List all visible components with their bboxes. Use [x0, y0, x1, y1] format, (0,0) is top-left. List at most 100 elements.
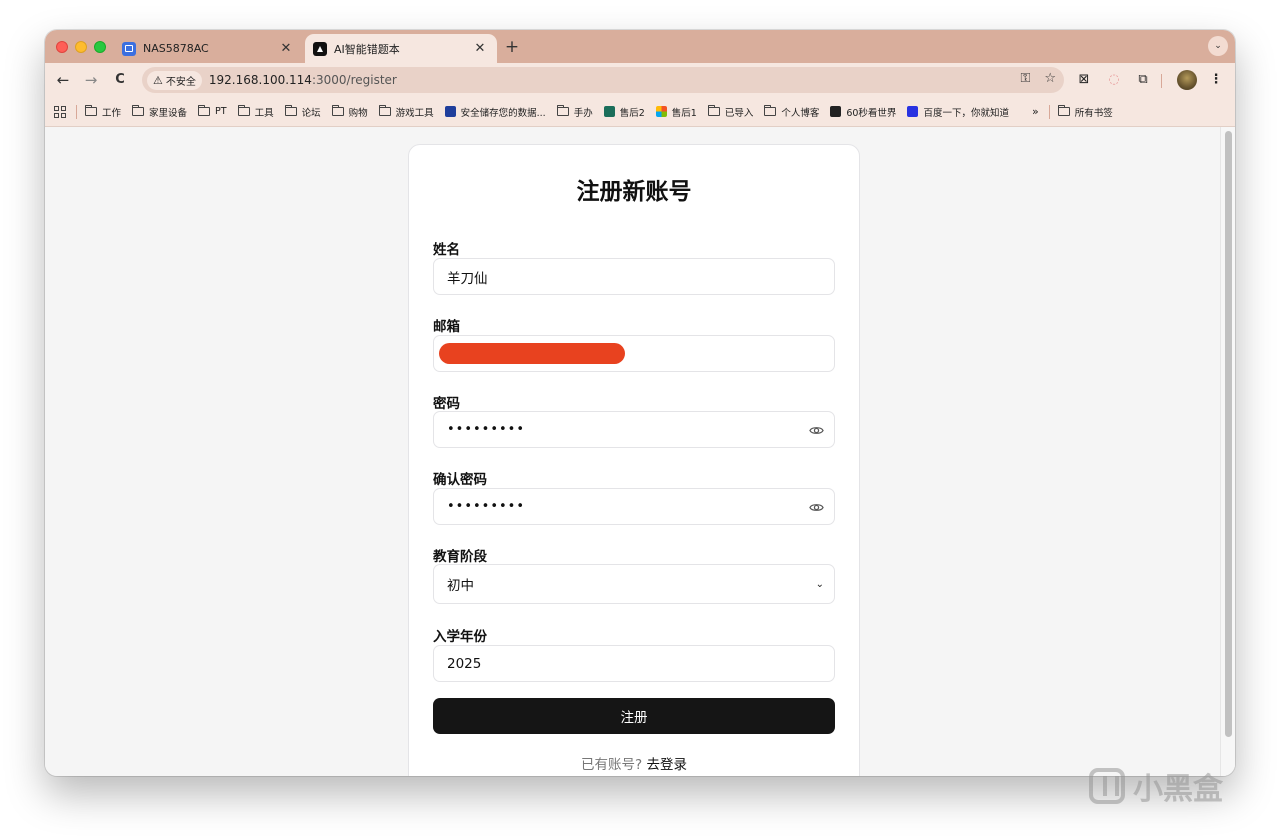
url-path: :3000/register [311, 73, 397, 87]
bookmark-folder-pt[interactable]: PT [198, 105, 227, 117]
folder-icon [556, 105, 569, 116]
back-button[interactable]: ← [52, 69, 74, 91]
omnibox-actions: ⚿ ☆ [1020, 71, 1056, 86]
forward-button[interactable]: → [80, 69, 102, 91]
password-field[interactable]: ••••••••• [433, 411, 835, 448]
bookmark-label: 工作 [102, 107, 122, 119]
bookmark-60s-world[interactable]: 60秒看世界 [830, 105, 896, 119]
eye-icon[interactable] [809, 500, 824, 515]
bookmark-safe-storage[interactable]: 安全储存您的数据... [444, 105, 546, 119]
password-key-icon[interactable]: ⚿ [1020, 71, 1030, 86]
tab-ai-app[interactable]: AI智能错题本 ✕ [305, 34, 497, 63]
close-tab-icon[interactable]: ✕ [278, 41, 294, 57]
scrollbar[interactable] [1220, 127, 1235, 776]
bookmark-label: 论坛 [301, 107, 321, 119]
extension-icon[interactable]: ⊠ [1074, 70, 1094, 90]
register-button[interactable]: 注册 [433, 698, 835, 734]
reload-button[interactable]: C [109, 69, 131, 91]
bookmark-folder-work[interactable]: 工作 [85, 105, 121, 119]
bookmark-label: 所有书签 [1074, 107, 1113, 119]
profile-avatar[interactable] [1177, 70, 1197, 90]
bookmark-folder-blog[interactable]: 个人博客 [764, 105, 819, 119]
security-label: 不安全 [165, 76, 196, 88]
tab-strip: NAS5878AC ✕ AI智能错题本 ✕ + ⌄ [45, 30, 1235, 63]
folder-icon [1057, 105, 1070, 116]
zoom-window-button[interactable] [94, 41, 106, 53]
bookmark-folder-imported[interactable]: 已导入 [707, 105, 754, 119]
bookmark-folder-forum[interactable]: 论坛 [284, 105, 321, 119]
bookmark-label: 已导入 [724, 107, 754, 119]
name-field[interactable]: 羊刀仙 [433, 258, 835, 295]
60s-icon [830, 106, 842, 117]
bookmark-folder-game-tools[interactable]: 游戏工具 [378, 105, 434, 119]
password-label: 密码 [433, 396, 460, 412]
folder-icon [237, 105, 250, 116]
bookmark-aftersales-1[interactable]: 售后1 [655, 105, 697, 119]
extension-pig-icon[interactable]: ◌ [1104, 70, 1124, 90]
bookmark-label: 百度一下，你就知道 [923, 107, 1009, 119]
close-tab-icon[interactable]: ✕ [472, 41, 488, 57]
address-bar[interactable]: ⚠ 不安全 192.168.100.114:3000/register ⚿ ☆ [142, 67, 1064, 93]
bookmark-label: 售后1 [671, 107, 697, 119]
extensions-puzzle-icon[interactable]: ⧉ [1133, 70, 1153, 90]
login-link[interactable]: 去登录 [646, 757, 687, 773]
security-chip[interactable]: ⚠ 不安全 [147, 70, 202, 90]
bookmark-label: 购物 [348, 107, 368, 119]
minimize-window-button[interactable] [75, 41, 87, 53]
folder-icon [764, 105, 777, 116]
email-field[interactable] [433, 335, 835, 372]
bookmark-folder-figures[interactable]: 手办 [556, 105, 593, 119]
bookmarks-divider [1048, 104, 1050, 119]
bookmark-label: 个人博客 [781, 107, 820, 119]
s-icon [603, 106, 615, 117]
bookmark-baidu[interactable]: 百度一下，你就知道 [907, 105, 1009, 119]
folder-icon [198, 105, 211, 116]
register-card: 注册新账号 姓名 羊刀仙 邮箱 密码 ••••••••• 确认密码 ••••••… [408, 144, 860, 776]
bookmark-folder-home-devices[interactable]: 家里设备 [132, 105, 187, 119]
bookmark-folder-tools[interactable]: 工具 [237, 105, 274, 119]
bookmark-folder-shopping[interactable]: 购物 [331, 105, 368, 119]
watermark: 小黑盒 [1089, 764, 1223, 808]
confirm-password-field[interactable]: ••••••••• [433, 488, 835, 525]
eye-icon[interactable] [809, 423, 824, 438]
bookmark-label: PT [215, 106, 227, 117]
toolbar-divider [1161, 74, 1162, 88]
warning-icon: ⚠ [153, 73, 163, 87]
folder-icon [707, 105, 720, 116]
enrollment-year-label: 入学年份 [433, 629, 487, 645]
bookmarks-bar: 工作 家里设备 PT 工具 论坛 购物 游戏工具 安全储存您的数据... 手办 … [45, 97, 1235, 127]
scrollbar-thumb[interactable] [1225, 131, 1232, 737]
bookmark-folder-all[interactable]: 所有书签 [1057, 105, 1113, 119]
bookmark-label: 手办 [573, 107, 593, 119]
url-text[interactable]: 192.168.100.114:3000/register [209, 73, 397, 87]
bookmark-star-icon[interactable]: ☆ [1044, 71, 1056, 86]
bookmark-aftersales-2[interactable]: 售后2 [603, 105, 645, 119]
heybox-logo-icon [1089, 768, 1125, 804]
name-value: 羊刀仙 [447, 270, 488, 287]
new-tab-button[interactable]: + [502, 37, 522, 57]
bookmark-label: 售后2 [619, 107, 645, 119]
tab-search-button[interactable]: ⌄ [1208, 36, 1228, 56]
tab-nas[interactable]: NAS5878AC ✕ [115, 34, 303, 63]
bookmark-label: 游戏工具 [395, 107, 434, 119]
password-mask: ••••••••• [447, 422, 526, 437]
close-window-button[interactable] [56, 41, 68, 53]
login-prompt: 已有账号? 去登录 [409, 753, 859, 773]
education-select[interactable]: 初中 ⌄ [433, 564, 835, 604]
redacted-email [439, 343, 625, 364]
shield-icon [444, 106, 456, 117]
folder-icon [85, 105, 97, 116]
bookmark-label: 家里设备 [149, 107, 188, 119]
chevron-down-icon: ⌄ [815, 579, 824, 590]
education-label: 教育阶段 [433, 549, 487, 565]
enrollment-year-field[interactable]: 2025 [433, 645, 835, 682]
ai-app-icon [313, 41, 327, 56]
apps-grid-icon[interactable] [54, 105, 68, 118]
more-bookmarks-button[interactable]: » [1032, 105, 1039, 118]
tab-title: NAS5878AC [143, 42, 209, 55]
menu-kebab-icon[interactable]: ⋮ [1206, 70, 1226, 90]
name-label: 姓名 [433, 242, 460, 258]
nas-icon [122, 41, 136, 56]
tab-title: AI智能错题本 [334, 42, 400, 56]
page-content: 注册新账号 姓名 羊刀仙 邮箱 密码 ••••••••• 确认密码 ••••••… [45, 127, 1235, 776]
